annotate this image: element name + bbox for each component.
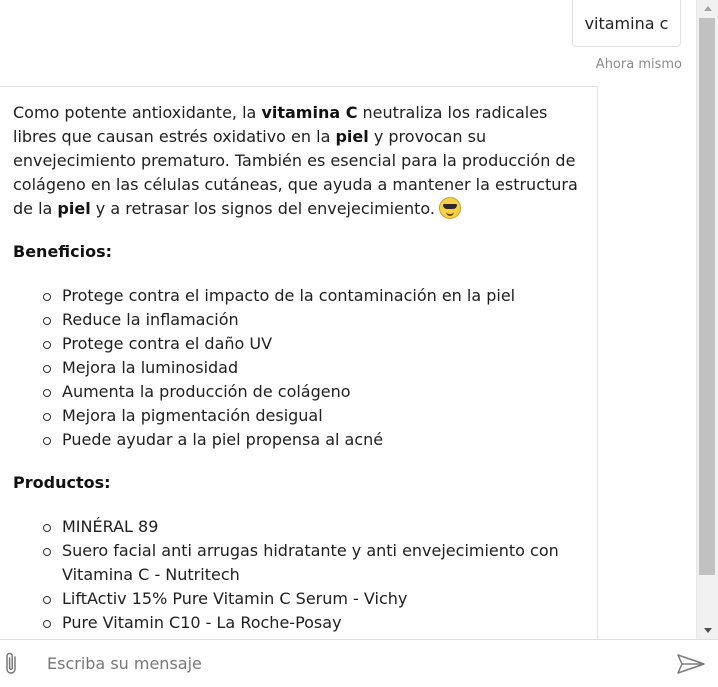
benefits-list: Protege contra el impacto de la contamin… <box>13 284 583 452</box>
chat-scrollbar[interactable] <box>696 0 718 639</box>
intro-keyword: piel <box>335 127 369 146</box>
paperclip-icon[interactable] <box>3 652 21 676</box>
list-item: Mejora la pigmentación desigual <box>43 404 583 428</box>
bot-message-bubble: Como potente antioxidante, la vitamina C… <box>0 86 598 639</box>
sunglasses-emoji-icon <box>438 197 461 219</box>
list-item: Puede ayudar a la piel propensa al acné <box>43 428 583 452</box>
list-item: Reduce la inflamación <box>43 308 583 332</box>
intro-text: Como potente antioxidante, la <box>13 103 262 122</box>
intro-keyword: piel <box>57 199 91 218</box>
list-item: Pure Vitamin C10 - La Roche-Posay <box>43 611 583 635</box>
list-item: Mejora la luminosidad <box>43 356 583 380</box>
send-icon[interactable] <box>676 653 706 675</box>
bot-intro-paragraph: Como potente antioxidante, la vitamina C… <box>13 101 583 221</box>
list-item: MINÉRAL 89 <box>43 515 583 539</box>
list-item: Protege contra el daño UV <box>43 332 583 356</box>
user-message-text: vitamina c <box>584 14 669 33</box>
list-item: LiftActiv 15% Pure Vitamin C Serum - Vic… <box>43 587 583 611</box>
message-composer <box>0 639 718 687</box>
scrollbar-thumb[interactable] <box>699 18 715 575</box>
products-list: MINÉRAL 89 Suero facial anti arrugas hid… <box>13 515 583 635</box>
benefits-heading: Beneficios: <box>13 242 113 261</box>
scroll-down-arrow-icon[interactable] <box>697 622 718 639</box>
products-heading: Productos: <box>13 473 111 492</box>
message-input[interactable] <box>47 650 647 676</box>
intro-keyword: vitamina C <box>261 103 358 122</box>
list-item: Suero facial anti arrugas hidratante y a… <box>43 539 583 587</box>
chat-area: vitamina c Ahora mismo Como potente anti… <box>0 0 696 639</box>
list-item: Protege contra el impacto de la contamin… <box>43 284 583 308</box>
user-message-bubble: vitamina c <box>572 0 681 47</box>
scroll-up-arrow-icon[interactable] <box>697 0 718 17</box>
list-item: Aumenta la producción de colágeno <box>43 380 583 404</box>
message-timestamp: Ahora mismo <box>595 57 682 72</box>
intro-text: y a retrasar los signos del envejecimien… <box>90 199 435 218</box>
